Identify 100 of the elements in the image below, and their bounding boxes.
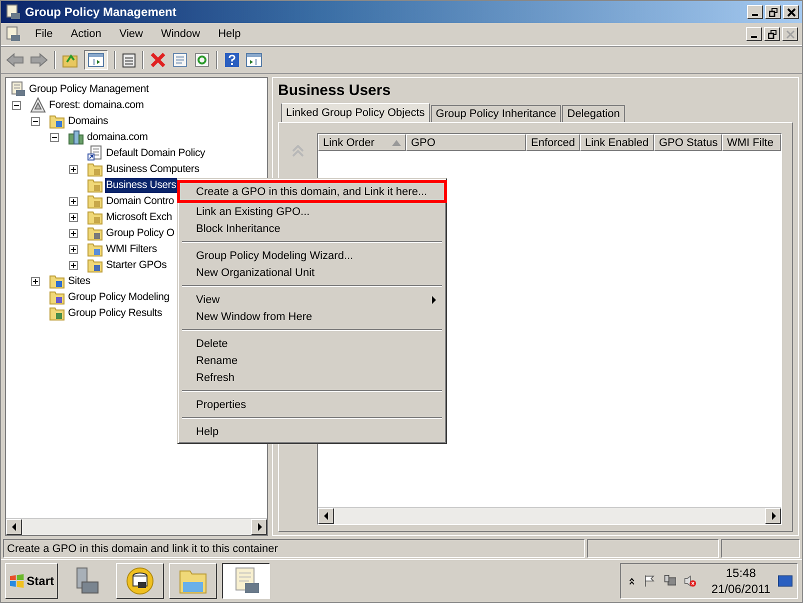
tree-item[interactable]: domaina.com xyxy=(86,130,149,144)
document-button[interactable] xyxy=(222,563,270,599)
back-icon[interactable] xyxy=(6,53,24,67)
collapse-icon[interactable] xyxy=(50,132,59,142)
restore-icon xyxy=(768,30,776,38)
tree-item[interactable]: Sites xyxy=(67,274,92,288)
horizontal-scrollbar[interactable] xyxy=(318,507,781,524)
collapse-icon[interactable] xyxy=(12,100,21,110)
scroll-left-icon[interactable] xyxy=(324,512,328,520)
flag-icon[interactable] xyxy=(642,573,656,589)
clock-date: 21/06/2011 xyxy=(711,581,770,597)
menu-item[interactable]: Create a GPO in this domain, and Link it here... xyxy=(177,180,447,203)
menu-item[interactable]: Block Inheritance xyxy=(180,220,444,237)
restore-button[interactable] xyxy=(764,27,780,41)
tree-item[interactable]: Forest: domaina.com xyxy=(48,98,145,112)
forward-icon[interactable] xyxy=(30,53,48,67)
tree-item[interactable]: WMI Filters xyxy=(105,242,158,256)
menu-item[interactable]: Link an Existing GPO... xyxy=(180,203,444,220)
column-header[interactable]: GPO xyxy=(406,134,526,151)
menu-item[interactable]: Window xyxy=(152,26,208,42)
show-tree-button[interactable] xyxy=(84,50,108,70)
folder-icon xyxy=(49,273,65,289)
tree-item[interactable]: Group Policy Results xyxy=(67,306,164,320)
expand-icon[interactable] xyxy=(69,196,78,206)
folder-icon xyxy=(87,241,103,257)
horizontal-scrollbar[interactable] xyxy=(6,518,267,535)
drive-icon xyxy=(125,566,155,596)
menu-item[interactable]: Group Policy Modeling Wizard... xyxy=(180,247,444,264)
expand-icon[interactable] xyxy=(69,212,78,222)
tree-item[interactable]: Group Policy Modeling xyxy=(67,290,170,304)
menu-item[interactable]: New Organizational Unit xyxy=(180,264,444,281)
clipboard-icon[interactable] xyxy=(122,52,136,68)
tree-item[interactable]: Business Computers xyxy=(105,162,200,176)
scroll-right-icon[interactable] xyxy=(256,523,262,531)
menu-item[interactable]: File xyxy=(27,26,61,42)
folder-button[interactable] xyxy=(169,563,217,599)
column-header[interactable]: GPO Status xyxy=(654,134,722,151)
minimize-button[interactable] xyxy=(746,27,762,41)
tree-item[interactable]: Group Policy O xyxy=(105,226,176,240)
console-icon xyxy=(5,26,21,42)
console-icon xyxy=(5,4,21,20)
restore-button[interactable] xyxy=(765,5,781,19)
expand-icon[interactable] xyxy=(69,228,78,238)
restore-icon xyxy=(768,8,778,16)
folder-icon xyxy=(87,257,103,273)
menu-item[interactable]: Delete xyxy=(180,335,444,352)
menu-item[interactable]: Action xyxy=(62,26,110,42)
column-header[interactable]: Link Order xyxy=(318,134,406,151)
menu-item[interactable]: Refresh xyxy=(180,369,444,386)
pane-title: Business Users xyxy=(278,82,392,101)
document-icon xyxy=(87,145,103,161)
status-text: Create a GPO in this domain and link it to this container xyxy=(3,539,585,558)
menu-item[interactable]: View xyxy=(180,291,444,308)
scroll-left-icon[interactable] xyxy=(12,523,16,531)
close-button[interactable] xyxy=(783,5,799,19)
tree-item[interactable]: Domains xyxy=(67,114,110,128)
menu-item[interactable]: Help xyxy=(210,26,249,42)
menu-item[interactable]: View xyxy=(111,26,151,42)
scroll-right-icon[interactable] xyxy=(770,512,776,520)
menu-item[interactable]: Help xyxy=(180,423,444,440)
speaker-muted-icon[interactable] xyxy=(684,573,698,589)
close-icon xyxy=(786,8,796,16)
expand-icon[interactable] xyxy=(69,164,78,174)
tree-item[interactable]: Starter GPOs xyxy=(105,258,168,272)
delete-icon[interactable] xyxy=(150,52,166,68)
clock-time: 15:48 xyxy=(726,565,756,581)
column-header[interactable]: WMI Filte xyxy=(722,134,781,151)
menu-item[interactable]: Properties xyxy=(180,396,444,413)
close-icon xyxy=(786,30,794,38)
column-header[interactable]: Link Enabled xyxy=(580,134,654,151)
column-header[interactable]: Enforced xyxy=(526,134,580,151)
start-button[interactable]: Start xyxy=(5,563,58,599)
tab[interactable]: Linked Group Policy Objects xyxy=(281,103,430,123)
expand-icon[interactable] xyxy=(31,276,40,286)
minimize-button[interactable] xyxy=(747,5,763,19)
collapse-icon[interactable] xyxy=(31,116,40,126)
folder-icon xyxy=(87,177,103,193)
show-desktop-icon[interactable] xyxy=(778,574,793,588)
folder-icon xyxy=(49,113,65,129)
tab[interactable]: Delegation xyxy=(562,105,625,122)
drive-button[interactable] xyxy=(116,563,164,599)
properties-icon[interactable] xyxy=(172,52,188,68)
expand-icon[interactable] xyxy=(69,260,78,270)
folder-icon xyxy=(87,161,103,177)
tree-item[interactable]: Group Policy Management xyxy=(28,82,150,96)
console-icon xyxy=(10,81,26,97)
expand-icon[interactable] xyxy=(69,244,78,254)
menu-item[interactable]: New Window from Here xyxy=(180,308,444,325)
tree-item[interactable]: Domain Contro xyxy=(105,194,176,208)
action-pane-icon[interactable] xyxy=(246,53,262,67)
help-icon[interactable] xyxy=(224,52,240,68)
tree-item[interactable]: Microsoft Exch xyxy=(105,210,174,224)
refresh-icon[interactable] xyxy=(194,52,210,68)
tab[interactable]: Group Policy Inheritance xyxy=(430,105,562,122)
menu-item[interactable]: Rename xyxy=(180,352,444,369)
chevron-icon[interactable] xyxy=(629,576,635,586)
tree-item[interactable]: Default Domain Policy xyxy=(105,146,206,160)
windows-logo-icon xyxy=(9,574,25,588)
triangle-icon xyxy=(30,97,46,113)
tree-item[interactable]: Business Users xyxy=(105,178,178,192)
